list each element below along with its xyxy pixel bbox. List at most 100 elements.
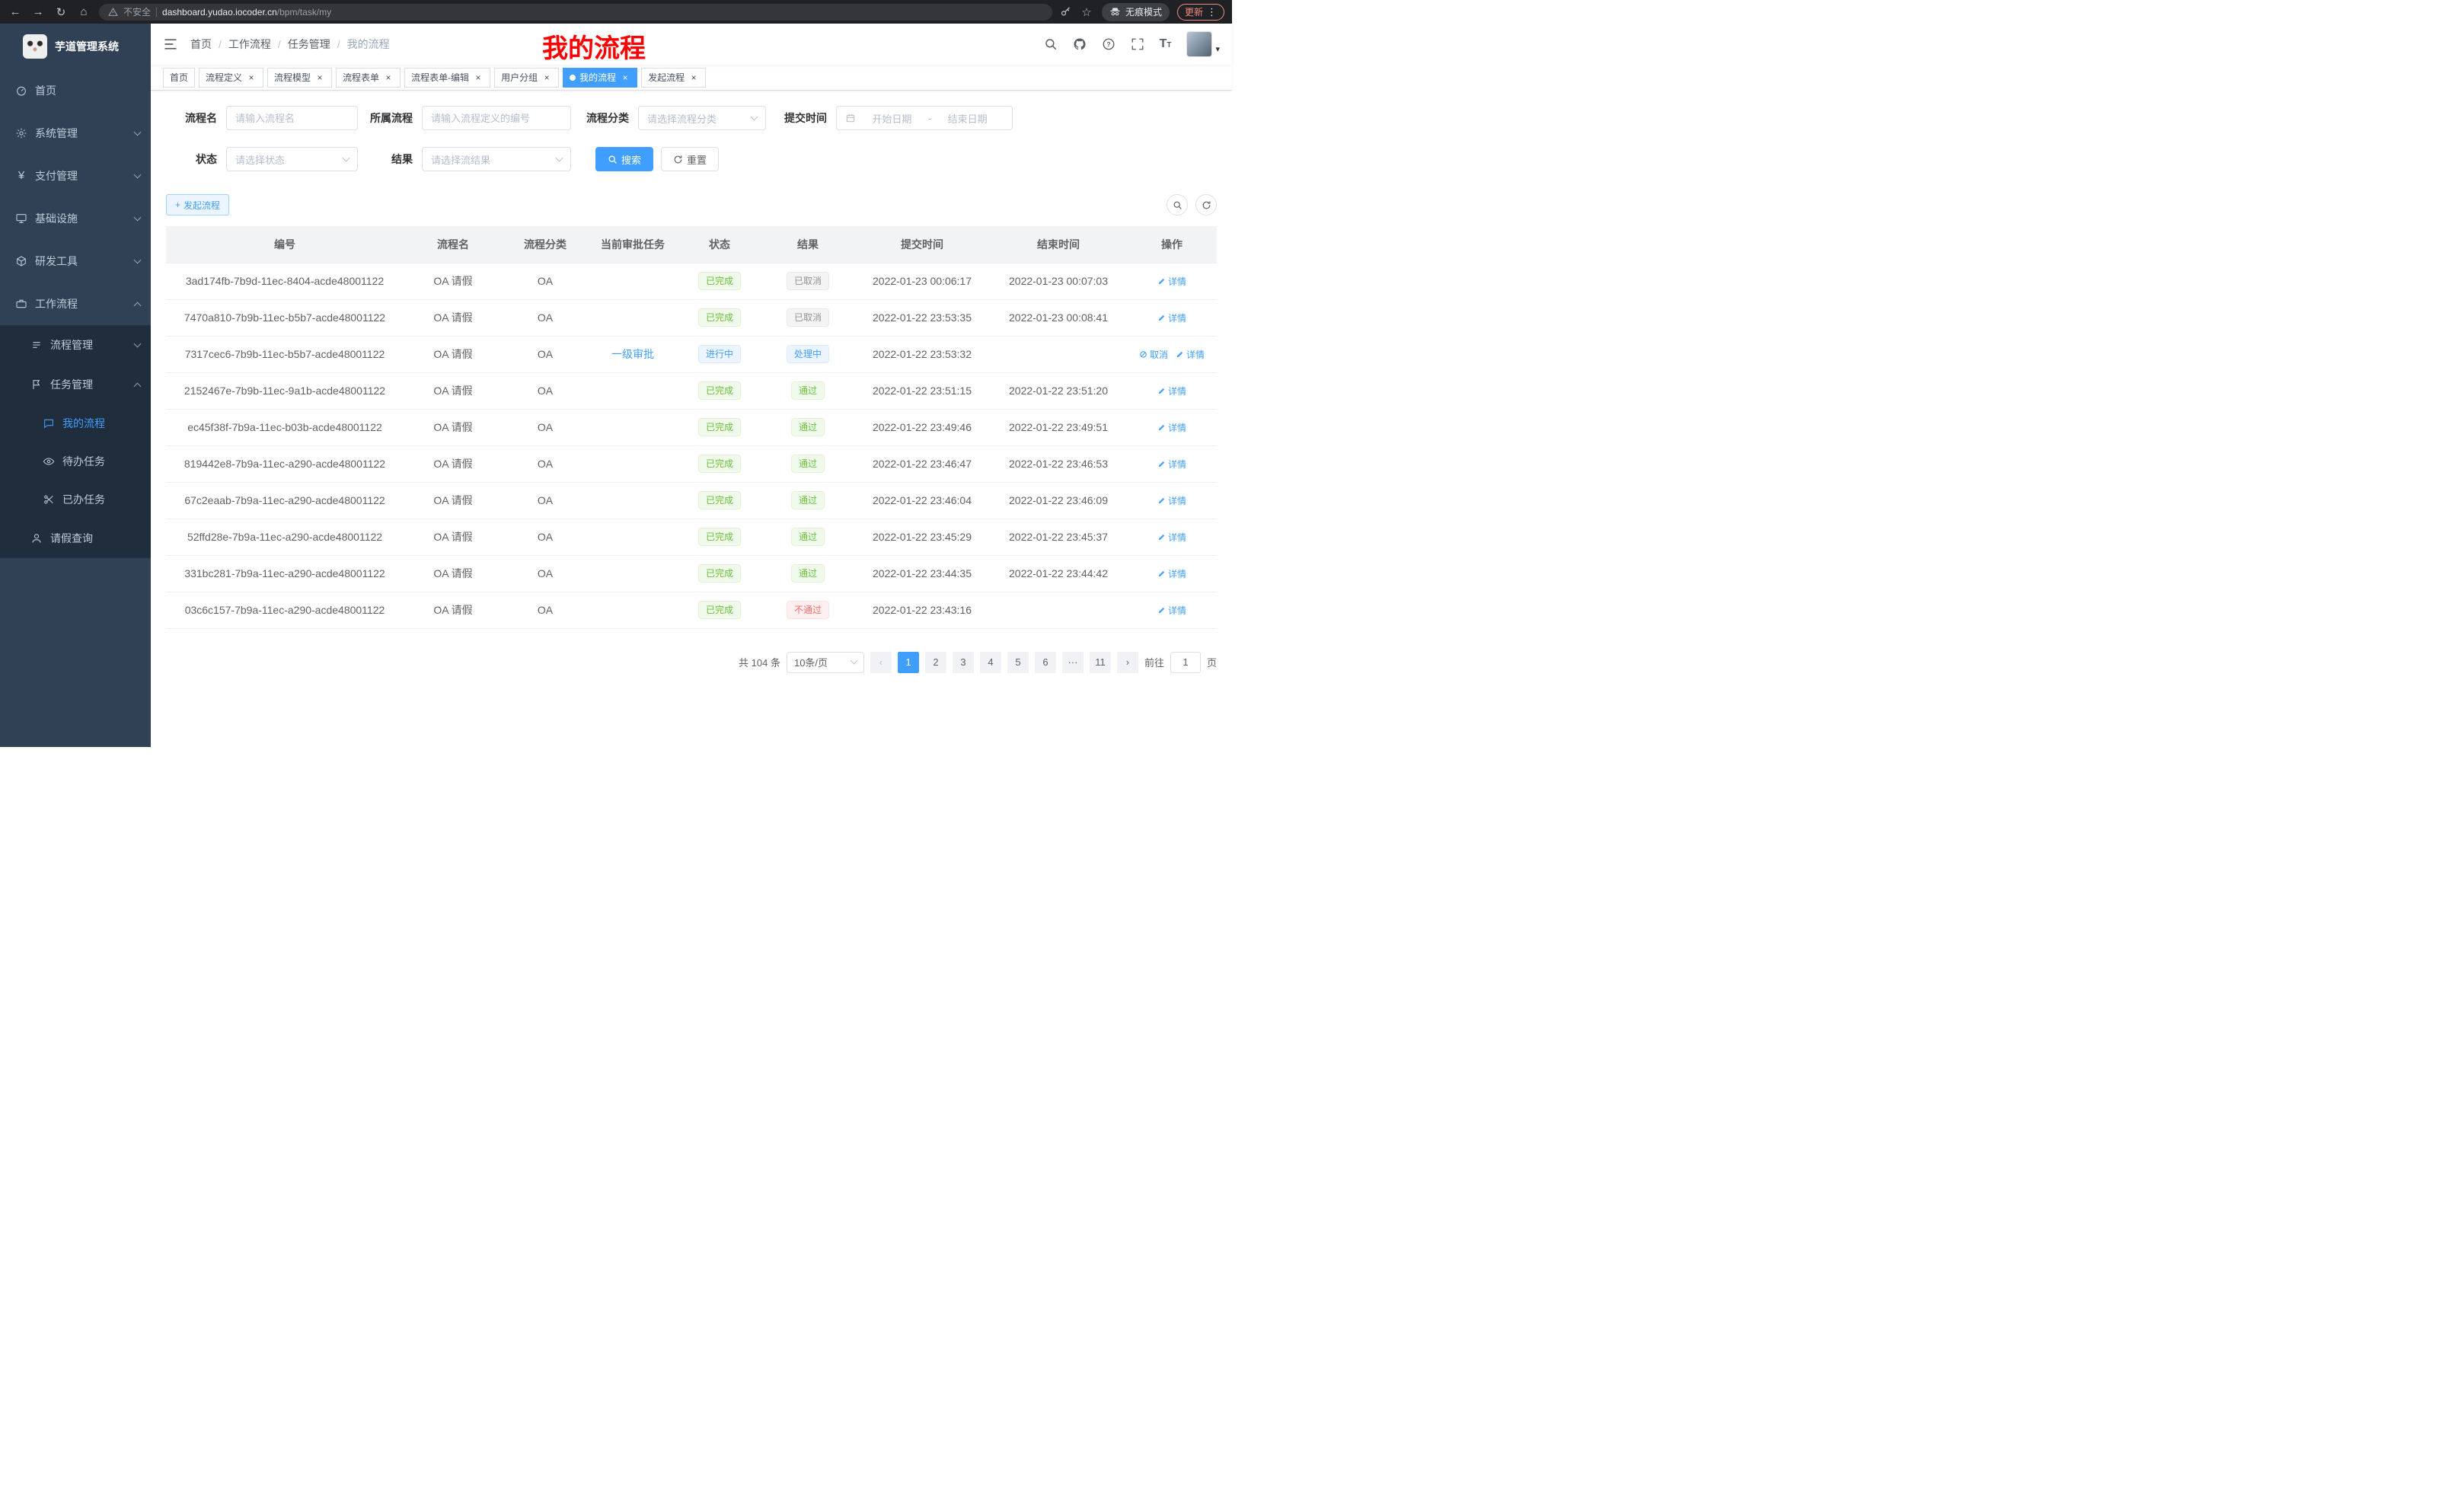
detail-link[interactable]: 详情	[1157, 458, 1186, 471]
sidebar-item-leave-query[interactable]: 请假查询	[0, 519, 151, 558]
status-badge: 已完成	[698, 308, 741, 327]
tab-process-definition[interactable]: 流程定义×	[199, 68, 263, 88]
page-button[interactable]: 5	[1007, 652, 1029, 673]
incognito-profile-chip[interactable]: 无痕模式	[1102, 3, 1170, 21]
security-label[interactable]: 不安全	[123, 5, 151, 18]
detail-link[interactable]: 详情	[1157, 567, 1186, 580]
start-date-input[interactable]: 开始日期	[856, 111, 928, 126]
detail-link[interactable]: 详情	[1157, 531, 1186, 544]
cell-name: OA 请假	[404, 555, 503, 592]
detail-link[interactable]: 详情	[1157, 494, 1186, 507]
url-path: /bpm/task/my	[277, 7, 331, 18]
close-tab-icon[interactable]: ×	[473, 72, 484, 83]
sidebar-item-home[interactable]: 首页	[0, 69, 151, 112]
cell-category: OA	[503, 555, 588, 592]
close-tab-icon[interactable]: ×	[541, 72, 552, 83]
result-select[interactable]: 请选择流结果	[422, 147, 571, 171]
edit-icon	[1157, 533, 1166, 541]
detail-link[interactable]: 详情	[1157, 385, 1186, 397]
page-size-select[interactable]: 10条/页	[787, 652, 864, 673]
date-range-picker[interactable]: 开始日期 - 结束日期	[836, 106, 1013, 130]
process-name-input[interactable]	[226, 106, 358, 130]
sidebar-item-done-task[interactable]: 已办任务	[0, 480, 151, 519]
detail-link[interactable]: 详情	[1157, 604, 1186, 617]
url-bar[interactable]: 不安全 dashboard.yudao.iocoder.cn/bpm/task/…	[99, 4, 1052, 21]
close-tab-icon[interactable]: ×	[688, 72, 699, 83]
tab-process-form-edit[interactable]: 流程表单-编辑×	[404, 68, 490, 88]
browser-home-icon[interactable]: ⌂	[76, 5, 91, 18]
detail-link[interactable]: 详情	[1157, 275, 1186, 288]
github-icon[interactable]	[1073, 37, 1087, 51]
app-logo[interactable]: 芋道管理系统	[0, 24, 151, 69]
help-icon[interactable]: ?	[1102, 37, 1116, 51]
sidebar-item-system[interactable]: 系统管理	[0, 112, 151, 155]
cell-submit-time: 2022-01-22 23:49:46	[854, 409, 990, 445]
page-button[interactable]: 1	[898, 652, 919, 673]
browser-menu-icon[interactable]: ⋮	[1207, 6, 1217, 18]
page-button[interactable]: 2	[925, 652, 946, 673]
tab-home[interactable]: 首页	[163, 68, 195, 88]
close-tab-icon[interactable]: ×	[620, 72, 630, 83]
sidebar-item-infra[interactable]: 基础设施	[0, 197, 151, 240]
reset-button[interactable]: 重置	[661, 147, 719, 171]
browser-update-button[interactable]: 更新 ⋮	[1177, 4, 1224, 21]
password-key-icon[interactable]	[1060, 6, 1071, 18]
tab-my-process[interactable]: 我的流程×	[563, 68, 637, 88]
page-button[interactable]: 3	[953, 652, 974, 673]
tab-process-form[interactable]: 流程表单×	[336, 68, 401, 88]
font-size-icon[interactable]: TT	[1160, 38, 1172, 50]
page-button[interactable]: 11	[1090, 652, 1111, 673]
prev-page-button[interactable]: ‹	[870, 652, 892, 673]
refresh-table-button[interactable]	[1195, 194, 1217, 215]
fullscreen-icon[interactable]	[1131, 37, 1144, 51]
page-button[interactable]: 6	[1035, 652, 1056, 673]
status-select[interactable]: 请选择状态	[226, 147, 358, 171]
close-tab-icon[interactable]: ×	[246, 72, 257, 83]
chat-icon	[43, 417, 55, 429]
result-label: 结果	[358, 152, 422, 167]
breadcrumb-home[interactable]: 首页	[190, 37, 212, 52]
sidebar-item-devtools[interactable]: 研发工具	[0, 240, 151, 283]
category-select[interactable]: 请选择流程分类	[638, 106, 766, 130]
tab-user-group[interactable]: 用户分组×	[494, 68, 559, 88]
avatar[interactable]	[1186, 31, 1212, 57]
close-tab-icon[interactable]: ×	[314, 72, 325, 83]
toggle-search-button[interactable]	[1167, 194, 1188, 215]
user-menu[interactable]: ▾	[1186, 31, 1220, 57]
hamburger-icon[interactable]	[163, 37, 178, 52]
detail-link[interactable]: 详情	[1157, 421, 1186, 434]
goto-page-input[interactable]	[1170, 652, 1201, 673]
tab-start-process[interactable]: 发起流程×	[641, 68, 706, 88]
breadcrumb-workflow[interactable]: 工作流程	[228, 37, 271, 52]
breadcrumb-task[interactable]: 任务管理	[288, 37, 330, 52]
chevron-down-icon	[343, 154, 350, 161]
tab-process-model[interactable]: 流程模型×	[267, 68, 332, 88]
cell-category: OA	[503, 409, 588, 445]
process-id-input[interactable]	[422, 106, 571, 130]
search-button[interactable]: 搜索	[595, 147, 653, 171]
sidebar-item-task-mgmt[interactable]: 任务管理	[0, 365, 151, 404]
sidebar-item-todo-task[interactable]: 待办任务	[0, 442, 151, 480]
end-date-input[interactable]: 结束日期	[931, 111, 1004, 126]
create-process-button[interactable]: + 发起流程	[166, 194, 229, 215]
detail-link[interactable]: 详情	[1157, 311, 1186, 324]
sidebar-item-payment[interactable]: ¥ 支付管理	[0, 155, 151, 197]
detail-link[interactable]: 详情	[1176, 348, 1205, 361]
plus-icon: +	[175, 200, 180, 210]
sidebar-item-workflow[interactable]: 工作流程	[0, 283, 151, 325]
edit-icon	[1157, 606, 1166, 615]
page-button[interactable]: 4	[980, 652, 1001, 673]
next-page-button[interactable]: ›	[1117, 652, 1138, 673]
bookmark-star-icon[interactable]: ☆	[1079, 5, 1094, 19]
browser-back-icon[interactable]: ←	[8, 5, 23, 18]
sidebar-item-my-process[interactable]: 我的流程	[0, 404, 151, 442]
close-tab-icon[interactable]: ×	[383, 72, 394, 83]
cancel-link[interactable]: 取消	[1139, 348, 1168, 361]
more-pages-button[interactable]: ···	[1062, 652, 1084, 673]
browser-reload-icon[interactable]: ↻	[53, 5, 69, 19]
browser-forward-icon[interactable]: →	[30, 5, 46, 18]
sidebar-item-process-mgmt[interactable]: 流程管理	[0, 325, 151, 365]
current-task-link[interactable]: 一级审批	[611, 348, 654, 360]
chevron-down-icon	[134, 256, 142, 263]
search-icon[interactable]	[1044, 37, 1058, 51]
